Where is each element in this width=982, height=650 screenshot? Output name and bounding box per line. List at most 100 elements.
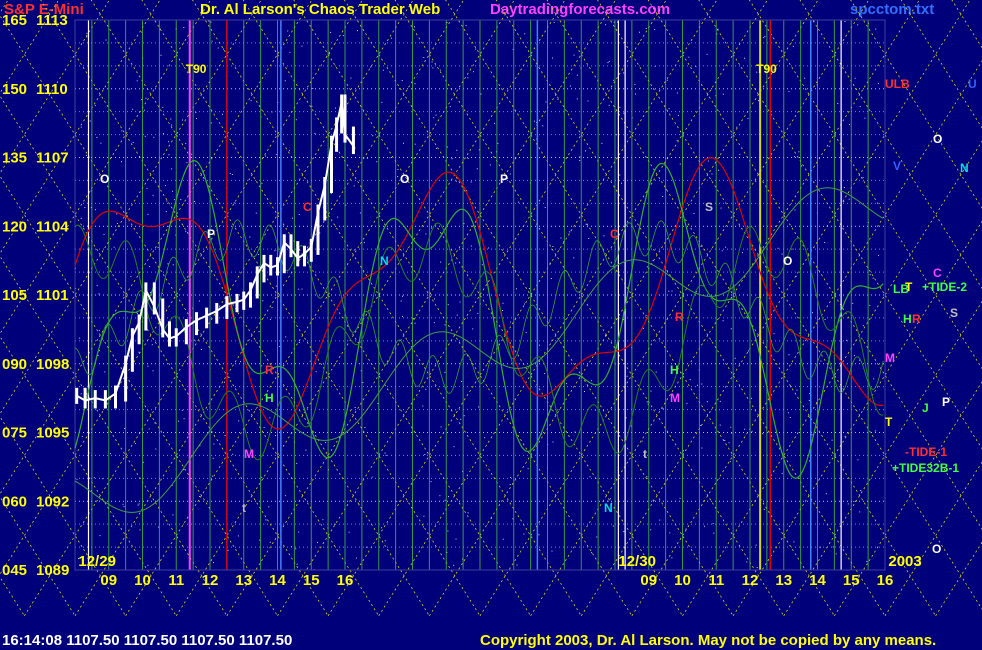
star-dot — [762, 433, 764, 435]
y-axis-labels: 165 1113 150 1110 135 1107 120 1104 105 1101 090 10… — [2, 12, 69, 579]
annotation-label: U — [968, 77, 977, 91]
x-tick-label: 12 — [742, 572, 759, 589]
star-dot — [430, 481, 432, 483]
star-dot — [755, 544, 757, 546]
star-dot — [403, 142, 404, 144]
star-dot — [853, 355, 855, 357]
star-dot — [744, 57, 745, 59]
star-dot — [489, 164, 491, 166]
star-dot — [621, 182, 622, 184]
star-dot — [275, 285, 277, 287]
star-dot — [446, 146, 448, 148]
star-dot — [287, 30, 289, 32]
star-dot — [456, 314, 458, 316]
star-dot — [662, 196, 664, 197]
star-dot — [700, 246, 702, 247]
star-dot — [676, 139, 678, 141]
star-dot — [289, 51, 291, 53]
star-dot — [557, 409, 559, 411]
star-dot — [422, 405, 424, 407]
date-label: 12/29 — [78, 553, 116, 570]
star-dot — [233, 202, 235, 204]
star-dot — [461, 380, 463, 382]
star-dot — [143, 109, 145, 111]
star-dot — [227, 549, 229, 551]
star-dot — [688, 56, 690, 58]
star-dot — [634, 84, 636, 85]
star-dot — [84, 207, 86, 209]
y-tick-left: 120 — [2, 218, 27, 235]
star-dot — [132, 108, 134, 110]
star-dot — [113, 246, 115, 248]
star-dot — [748, 350, 749, 352]
star-dot — [164, 185, 166, 187]
star-dot — [646, 266, 648, 268]
star-dot — [147, 365, 149, 367]
star-dot — [414, 322, 416, 324]
star-dot — [93, 477, 95, 479]
annotation-label: N — [380, 254, 389, 268]
star-dot — [544, 373, 546, 374]
star-dot — [739, 153, 741, 155]
star-dot — [288, 150, 290, 152]
star-dot — [449, 106, 451, 108]
star-dot — [381, 101, 383, 103]
star-dot — [576, 74, 578, 76]
star-dot — [683, 450, 684, 452]
star-dot — [645, 28, 647, 29]
star-dot — [153, 136, 155, 138]
star-dot — [707, 160, 709, 162]
annotation-label: R — [675, 310, 684, 324]
star-dot — [99, 535, 101, 537]
star-dot — [269, 541, 271, 543]
star-dot — [137, 504, 139, 506]
star-dot — [269, 318, 271, 320]
star-dot — [787, 412, 789, 414]
star-dot — [808, 400, 810, 401]
star-dot — [132, 142, 134, 143]
annotation-label: C — [610, 227, 619, 241]
star-dot — [849, 124, 851, 125]
star-dot — [334, 523, 335, 525]
star-dot — [94, 104, 96, 106]
star-dot — [157, 526, 159, 528]
star-dot — [729, 461, 731, 463]
star-dot — [751, 397, 752, 399]
star-dot — [623, 112, 625, 114]
star-dot — [712, 523, 714, 525]
star-dot — [147, 213, 149, 215]
star-dot — [96, 285, 98, 287]
star-dot — [824, 242, 826, 243]
star-dot — [837, 103, 839, 104]
star-dot — [151, 344, 153, 346]
star-dot — [853, 500, 855, 502]
star-dot — [213, 443, 215, 445]
star-dot — [224, 435, 226, 436]
star-dot — [213, 562, 214, 564]
star-dot — [625, 417, 627, 419]
star-dot — [384, 540, 386, 542]
star-dot — [477, 312, 479, 314]
star-dot — [864, 117, 866, 119]
star-dot — [847, 503, 849, 505]
star-dot — [148, 428, 150, 430]
star-dot — [744, 428, 746, 430]
star-dot — [301, 288, 303, 290]
star-dot — [798, 151, 800, 153]
star-dot — [551, 550, 553, 552]
star-dot — [171, 124, 173, 126]
star-dot — [385, 454, 387, 456]
star-dot — [722, 320, 724, 322]
star-dot — [80, 126, 82, 128]
star-dot — [544, 207, 546, 208]
star-dot — [730, 426, 732, 428]
star-dot — [470, 181, 472, 183]
star-dot — [255, 212, 257, 214]
y-tick-left: 105 — [2, 287, 27, 304]
star-dot — [284, 495, 286, 497]
star-dot — [844, 21, 846, 22]
star-dot — [444, 499, 446, 501]
star-dot — [170, 118, 172, 120]
star-dot — [135, 443, 137, 444]
star-dot — [100, 142, 102, 144]
